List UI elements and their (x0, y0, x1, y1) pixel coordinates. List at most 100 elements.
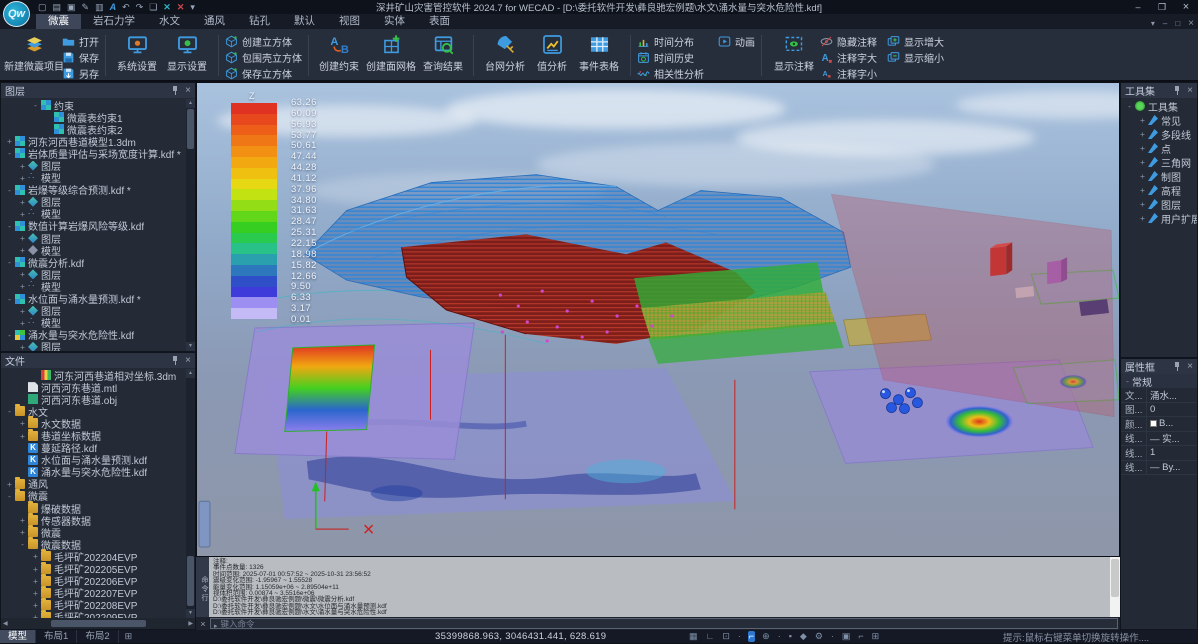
animation-button[interactable]: 动画 (718, 34, 755, 49)
doc-minimize-icon[interactable] (1163, 19, 1167, 28)
gizmo-icon[interactable]: ◆ (799, 631, 808, 642)
expander-icon[interactable]: + (18, 431, 27, 441)
expander-icon[interactable]: + (18, 173, 27, 183)
snap-icon[interactable]: ∟ (705, 631, 716, 642)
scroll-left-icon[interactable]: ◀ (3, 620, 8, 627)
grid-display-icon[interactable]: ⊡ (721, 631, 731, 642)
tree-item[interactable]: + 三角网 (1121, 155, 1197, 169)
doc-menu-icon[interactable] (1151, 19, 1155, 28)
scroll-down-icon[interactable]: ▼ (186, 609, 195, 618)
add-layout-icon[interactable]: ⊞ (119, 631, 139, 642)
expander-icon[interactable]: + (18, 281, 27, 291)
menu-tab[interactable]: 实体 (372, 14, 417, 29)
menu-tab[interactable]: 水文 (147, 14, 192, 29)
tree-item[interactable]: - 岩爆等级综合预测.kdf * (1, 184, 186, 196)
expander-icon[interactable]: + (31, 588, 40, 598)
expander-icon[interactable]: - (5, 257, 14, 267)
expander-icon[interactable]: - (31, 100, 40, 110)
expander-icon[interactable]: + (1138, 213, 1147, 223)
undo-icon[interactable]: ↶ (122, 1, 130, 13)
expander-icon[interactable]: + (1138, 157, 1147, 167)
expander-icon[interactable]: + (31, 576, 40, 586)
console-side-tab[interactable]: 命令行 (196, 557, 209, 617)
close-icon[interactable] (185, 356, 191, 366)
model-space-icon[interactable]: ▦ (688, 631, 699, 642)
menu-tab[interactable]: 视图 (327, 14, 372, 29)
dot-separator-icon[interactable]: · (737, 631, 742, 642)
expander-icon[interactable]: + (18, 515, 27, 525)
display-enlarge-button[interactable]: 显示增大 (887, 34, 944, 49)
save-cube-button[interactable]: 保存立方体 (225, 66, 302, 81)
menu-tab[interactable]: 默认 (282, 14, 327, 29)
doc-close-icon[interactable] (1188, 18, 1194, 29)
lineweight-icon[interactable]: ▪ (788, 631, 793, 642)
tree-item[interactable]: 涌水量与突水危险性.kdf (1, 466, 186, 478)
expander-icon[interactable]: + (18, 342, 27, 351)
expander-icon[interactable]: - (5, 406, 14, 416)
files-scrollbar[interactable]: ▲ ▼ (186, 369, 195, 618)
property-row[interactable]: 文... 涌水... (1121, 388, 1197, 403)
tree-item[interactable]: + 图层 (1, 341, 186, 351)
open-button[interactable]: 打开 (62, 34, 99, 49)
expander-icon[interactable]: + (18, 318, 27, 328)
layers-scrollbar[interactable]: ▲ ▼ (186, 99, 195, 351)
tree-item[interactable]: - 涌水量与突水危险性.kdf (1, 329, 186, 341)
expander-icon[interactable]: - (5, 294, 14, 304)
save-icon[interactable]: ▣ (67, 1, 76, 13)
tree-item[interactable]: + 用户扩展 (1121, 211, 1197, 225)
close-icon[interactable] (1187, 86, 1193, 96)
more-icon[interactable]: ▾ (190, 1, 195, 13)
tree-item[interactable]: + 毛坪矿202209EVP (1, 611, 186, 618)
expander-icon[interactable]: + (1138, 115, 1147, 125)
viewport-3d-scene[interactable] (197, 83, 1119, 556)
close-doc-icon[interactable]: ✕ (177, 1, 185, 13)
pin-icon[interactable] (1173, 86, 1181, 95)
pin-icon[interactable] (171, 86, 179, 95)
expander-icon[interactable]: + (5, 136, 14, 146)
expander-icon[interactable]: - (5, 185, 14, 195)
menu-tab[interactable]: 钻孔 (237, 14, 282, 29)
tree-item[interactable]: + 高程 (1121, 183, 1197, 197)
expander-icon[interactable]: + (1138, 129, 1147, 139)
files-horizontal-scrollbar[interactable]: ◀ ▶ (1, 618, 195, 629)
tree-item[interactable]: + 图层 (1, 232, 186, 244)
tree-item[interactable]: - 水位面与涌水量预测.kdf * (1, 293, 186, 305)
scroll-down-icon[interactable]: ▼ (186, 342, 195, 351)
clean-screen-icon[interactable]: ⊞ (871, 631, 881, 642)
properties-section[interactable]: - 常规 (1121, 374, 1197, 388)
space-tab[interactable]: 模型 (0, 630, 36, 643)
close-view-icon[interactable]: ✕ (163, 1, 171, 13)
menu-tab[interactable]: 微震 (36, 14, 81, 29)
pin-icon[interactable] (1173, 362, 1181, 371)
tree-item[interactable]: + 多段线 (1121, 127, 1197, 141)
create-cube-button[interactable]: 创建立方体 (225, 34, 302, 49)
space-tab[interactable]: 布局1 (36, 630, 77, 643)
expander-icon[interactable]: + (1138, 185, 1147, 195)
space-tab[interactable]: 布局2 (77, 630, 118, 643)
expander-icon[interactable]: - (5, 221, 14, 231)
open-folder-icon[interactable]: ▤ (53, 1, 62, 13)
expander-icon[interactable]: + (31, 551, 40, 561)
property-row[interactable]: 颜... B... (1121, 417, 1197, 432)
show-annotation-button[interactable]: 显示注释 (768, 32, 820, 73)
viewport-3d[interactable]: Z 63.2660.0956.9353.7750.6147.4444.2841.… (196, 82, 1120, 557)
close-icon[interactable] (1187, 362, 1193, 372)
expander-icon[interactable]: - (1125, 101, 1134, 111)
redo-icon[interactable]: ↷ (136, 1, 144, 13)
tree-item[interactable]: 河西河东巷道.obj (1, 393, 186, 405)
tree-item[interactable]: + 制图 (1121, 169, 1197, 183)
expander-icon[interactable]: + (18, 233, 27, 243)
correlation-analysis-button[interactable]: 相关性分析 (637, 66, 704, 81)
close-icon[interactable] (185, 86, 191, 96)
annotation-monitor-icon[interactable]: ▣ (841, 631, 852, 642)
app-logo[interactable]: Qw (3, 1, 30, 27)
value-analysis-button[interactable]: 值分析 (530, 32, 574, 73)
bounding-cube-button[interactable]: 包围壳立方体 (225, 50, 302, 65)
system-settings-button[interactable]: 系统设置 (112, 32, 162, 73)
expander-icon[interactable]: - (5, 491, 14, 501)
expander-icon[interactable]: + (18, 197, 27, 207)
expander-icon[interactable]: - (18, 539, 27, 549)
annotation-font-bigger-button[interactable]: 注释字大 (820, 50, 877, 65)
create-mesh-button[interactable]: 创建面网格 (363, 32, 419, 73)
expander-icon[interactable]: + (18, 209, 27, 219)
